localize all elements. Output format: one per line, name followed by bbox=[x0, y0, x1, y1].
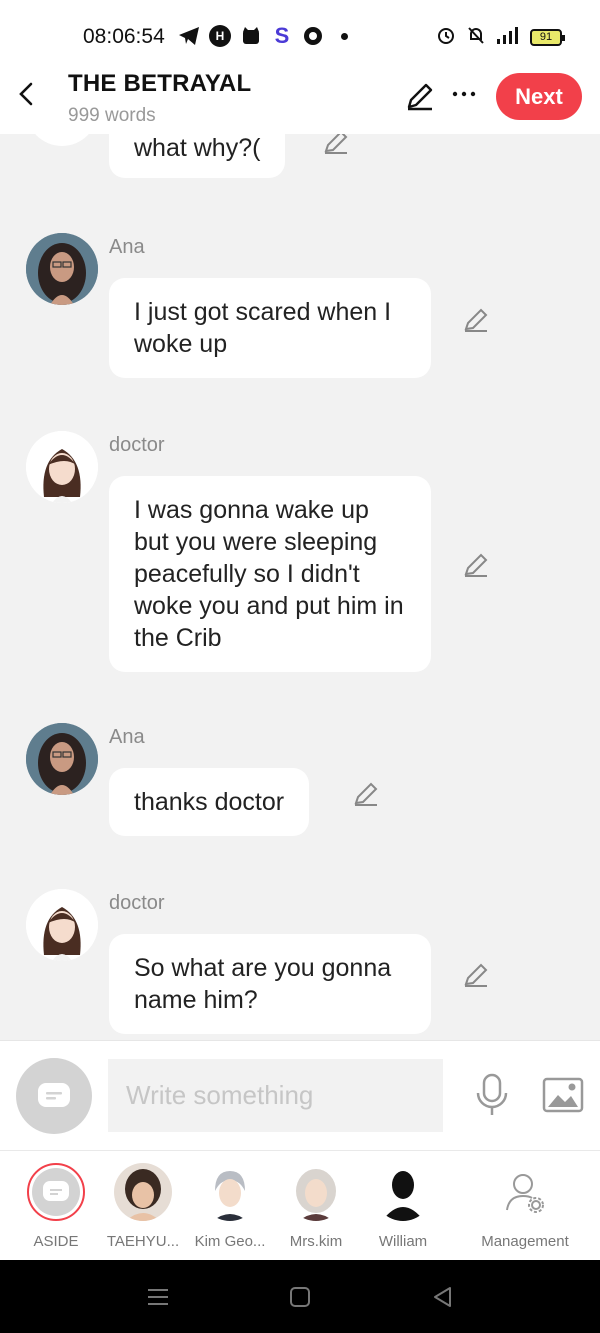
sender-name: doctor bbox=[109, 892, 165, 914]
message-bubble[interactable]: thanks doctor bbox=[109, 768, 310, 836]
edit-message-button[interactable] bbox=[462, 306, 490, 334]
avatar bbox=[114, 1163, 172, 1221]
home-square-icon bbox=[290, 1287, 310, 1307]
recent-apps-button[interactable] bbox=[145, 1284, 171, 1310]
app-cat-icon bbox=[240, 25, 262, 47]
pencil-icon bbox=[464, 553, 488, 577]
avatar-doctor bbox=[26, 889, 98, 961]
character-aside[interactable]: ASIDE bbox=[11, 1163, 101, 1250]
message-bubble[interactable]: I just got scared when I woke up bbox=[109, 278, 431, 378]
pencil-icon bbox=[407, 83, 433, 111]
more-options-button[interactable] bbox=[450, 80, 478, 108]
character-mrs-kim[interactable]: Mrs.kim bbox=[271, 1163, 361, 1250]
app-header: THE BETRAYAL 999 words Next bbox=[0, 62, 600, 134]
character-label: Mrs.kim bbox=[289, 1233, 343, 1250]
character-taehyung[interactable]: TAEHYU... bbox=[98, 1163, 188, 1250]
avatar-ana bbox=[26, 233, 98, 305]
character-label: Kim Geo... bbox=[194, 1233, 266, 1250]
voice-button[interactable] bbox=[474, 1073, 510, 1117]
sender-name: Ana bbox=[109, 236, 145, 258]
muted-bell-icon bbox=[466, 25, 486, 50]
back-button[interactable] bbox=[14, 80, 40, 108]
app-h-icon: H bbox=[209, 25, 231, 47]
more-horizontal-icon bbox=[452, 91, 476, 97]
microphone-icon bbox=[476, 1073, 508, 1115]
avatar-ana bbox=[26, 723, 98, 795]
chat-area[interactable]: what why?( Ana I just got scared when I … bbox=[0, 134, 600, 1040]
character-label: William bbox=[378, 1233, 428, 1250]
notification-icons: H S bbox=[178, 23, 348, 48]
management-icon bbox=[496, 1163, 554, 1221]
write-message-input[interactable] bbox=[108, 1059, 443, 1132]
character-william[interactable]: William bbox=[358, 1163, 448, 1250]
edit-message-button[interactable] bbox=[352, 780, 380, 808]
aside-avatar bbox=[27, 1163, 85, 1221]
alarm-icon bbox=[436, 25, 456, 50]
avatar bbox=[374, 1163, 432, 1221]
character-label: TAEHYU... bbox=[106, 1233, 180, 1250]
menu-icon bbox=[148, 1289, 168, 1305]
message-bubble[interactable]: I was gonna wake up but you were sleepin… bbox=[109, 476, 431, 672]
system-icons: 91 bbox=[436, 25, 565, 50]
aside-toggle-button[interactable] bbox=[16, 1058, 92, 1134]
pencil-icon bbox=[324, 134, 348, 154]
message-bubble[interactable]: So what are you gonna name him? bbox=[109, 934, 431, 1034]
character-management[interactable]: Management bbox=[474, 1163, 576, 1250]
chrome-icon bbox=[302, 25, 324, 47]
system-back-button[interactable] bbox=[430, 1284, 456, 1310]
battery-icon: 91 bbox=[530, 29, 565, 46]
back-triangle-icon bbox=[434, 1287, 451, 1307]
status-bar: 08:06:54 H S 91 bbox=[0, 0, 600, 62]
story-title: THE BETRAYAL bbox=[68, 70, 252, 97]
app-s-icon: S bbox=[274, 23, 290, 48]
next-button[interactable]: Next bbox=[496, 73, 582, 120]
pencil-icon bbox=[464, 308, 488, 332]
avatar bbox=[201, 1163, 259, 1221]
pencil-icon bbox=[354, 782, 378, 806]
signal-icon bbox=[496, 25, 520, 50]
pencil-icon bbox=[464, 963, 488, 987]
insert-image-button[interactable] bbox=[542, 1077, 584, 1113]
message-bubble[interactable]: what why?( bbox=[109, 134, 286, 178]
status-time: 08:06:54 bbox=[83, 25, 165, 48]
avatar-doctor bbox=[26, 431, 98, 503]
edit-message-button[interactable] bbox=[322, 134, 350, 156]
telegram-icon bbox=[178, 25, 200, 47]
chat-bubble-icon bbox=[43, 1181, 69, 1201]
character-label: ASIDE bbox=[33, 1233, 79, 1250]
home-button[interactable] bbox=[287, 1284, 313, 1310]
avatar bbox=[287, 1163, 345, 1221]
character-kim-geo[interactable]: Kim Geo... bbox=[185, 1163, 275, 1250]
chevron-left-icon bbox=[19, 82, 33, 106]
avatar bbox=[26, 134, 98, 146]
edit-message-button[interactable] bbox=[462, 551, 490, 579]
sender-name: doctor bbox=[109, 434, 165, 456]
sender-name: Ana bbox=[109, 726, 145, 748]
message-input-bar bbox=[0, 1040, 600, 1150]
word-count: 999 words bbox=[68, 105, 156, 126]
chat-bubble-icon bbox=[38, 1083, 70, 1107]
edit-title-button[interactable] bbox=[404, 80, 436, 112]
character-bar: ASIDE TAEHYU... Kim Geo... Mrs.kim Willi… bbox=[0, 1150, 600, 1260]
system-navigation-bar bbox=[0, 1260, 600, 1333]
character-label: Management bbox=[481, 1233, 569, 1250]
image-icon bbox=[542, 1077, 584, 1113]
more-notifications-dot-icon bbox=[341, 32, 348, 40]
edit-message-button[interactable] bbox=[462, 961, 490, 989]
